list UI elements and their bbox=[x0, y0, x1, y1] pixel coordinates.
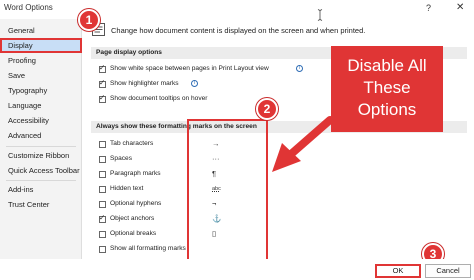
checkbox[interactable] bbox=[99, 201, 106, 208]
check-icon: ✓ bbox=[99, 63, 106, 72]
option-label: Optional breaks bbox=[110, 230, 157, 237]
page-header: Change how document content is displayed… bbox=[92, 23, 452, 39]
sidebar-item-advanced[interactable]: Advanced bbox=[0, 128, 82, 143]
check-icon: ✓ bbox=[99, 213, 106, 222]
highlight-box-formatting-marks bbox=[187, 119, 268, 261]
dialog-footer: OK Cancel bbox=[0, 259, 474, 280]
checkbox[interactable] bbox=[99, 141, 106, 148]
step-badge-1: 1 bbox=[78, 9, 100, 31]
ok-button[interactable]: OK bbox=[375, 264, 421, 278]
callout-text-line2: These bbox=[363, 78, 411, 97]
checkbox[interactable] bbox=[99, 171, 106, 178]
sidebar-item-typography[interactable]: Typography bbox=[0, 83, 82, 98]
checkbox[interactable]: ✓ bbox=[99, 63, 106, 73]
sidebar-divider bbox=[6, 146, 76, 147]
callout-box: Disable All These Options bbox=[331, 46, 443, 132]
sidebar-item-language[interactable]: Language bbox=[0, 98, 82, 113]
callout-text-line1: Disable All bbox=[347, 56, 427, 75]
sidebar-item-proofing[interactable]: Proofing bbox=[0, 53, 82, 68]
checkbox[interactable]: ✓ bbox=[99, 93, 106, 103]
sidebar-item-accessibility[interactable]: Accessibility bbox=[0, 113, 82, 128]
sidebar: General Display Proofing Save Typography… bbox=[0, 19, 82, 259]
text-cursor-icon bbox=[317, 9, 323, 21]
sidebar-item-save[interactable]: Save bbox=[0, 68, 82, 83]
callout-text-line3: Options bbox=[357, 100, 417, 119]
option-label: Show document tooltips on hover bbox=[110, 95, 208, 102]
checkbox[interactable] bbox=[99, 246, 106, 253]
title-bar: Word Options ? ✕ bbox=[0, 0, 474, 19]
sidebar-item-display[interactable]: Display bbox=[0, 38, 82, 53]
close-icon[interactable]: ✕ bbox=[456, 2, 464, 13]
option-show-white-space[interactable]: ✓ Show white space between pages in Prin… bbox=[99, 63, 319, 76]
checkbox[interactable] bbox=[99, 231, 106, 238]
option-label: Hidden text bbox=[110, 185, 144, 192]
option-label: Spaces bbox=[110, 155, 132, 162]
sidebar-item-trust-center[interactable]: Trust Center bbox=[0, 197, 82, 212]
page-description: Change how document content is displayed… bbox=[111, 26, 366, 35]
sidebar-item-general[interactable]: General bbox=[0, 23, 82, 38]
sidebar-item-add-ins[interactable]: Add-ins bbox=[0, 182, 82, 197]
option-label: Show all formatting marks bbox=[110, 245, 186, 252]
option-label: Object anchors bbox=[110, 215, 155, 222]
option-label: Tab characters bbox=[110, 140, 154, 147]
help-icon[interactable]: ? bbox=[426, 3, 431, 13]
check-icon: ✓ bbox=[99, 78, 106, 87]
check-icon: ✓ bbox=[99, 93, 106, 102]
checkbox[interactable]: ✓ bbox=[99, 213, 106, 223]
step-badge-2: 2 bbox=[256, 98, 278, 120]
option-label: Show highlighter marks bbox=[110, 80, 179, 87]
cancel-button[interactable]: Cancel bbox=[425, 264, 471, 278]
checkbox[interactable] bbox=[99, 186, 106, 193]
window-title: Word Options bbox=[4, 3, 53, 12]
option-label: Show white space between pages in Print … bbox=[110, 65, 269, 72]
sidebar-divider bbox=[6, 180, 76, 181]
checkbox[interactable] bbox=[99, 156, 106, 163]
option-label: Optional hyphens bbox=[110, 200, 162, 207]
option-show-highlighter[interactable]: ✓ Show highlighter marks i bbox=[99, 78, 219, 91]
option-show-tooltips[interactable]: ✓ Show document tooltips on hover bbox=[99, 93, 259, 106]
info-icon[interactable]: i bbox=[296, 65, 303, 72]
info-icon[interactable]: i bbox=[191, 80, 198, 87]
sidebar-item-quick-access-toolbar[interactable]: Quick Access Toolbar bbox=[0, 163, 82, 178]
option-label: Paragraph marks bbox=[110, 170, 161, 177]
checkbox[interactable]: ✓ bbox=[99, 78, 106, 88]
sidebar-item-customize-ribbon[interactable]: Customize Ribbon bbox=[0, 148, 82, 163]
